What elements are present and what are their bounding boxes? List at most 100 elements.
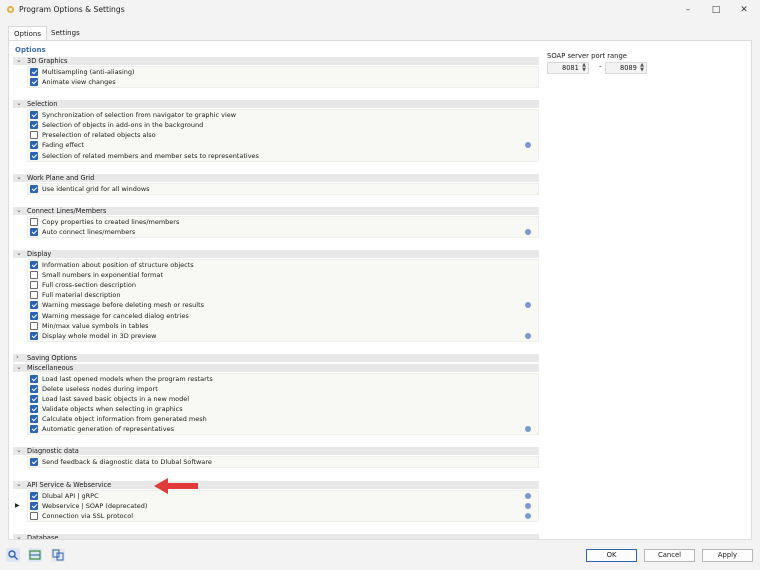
group-header[interactable]: ⌄ Diagnostic data	[13, 446, 539, 456]
info-icon[interactable]	[525, 492, 531, 499]
tab-options[interactable]: Options	[8, 26, 48, 40]
info-icon[interactable]	[525, 302, 531, 309]
option-row[interactable]: Preselection of related objects also	[28, 130, 539, 140]
option-row[interactable]: Validate objects when selecting in graph…	[28, 404, 539, 414]
cancel-button[interactable]: Cancel	[644, 549, 695, 562]
option-row[interactable]: Selection of related members and member …	[28, 151, 539, 161]
chevron-down-icon[interactable]: ⌄	[16, 173, 22, 181]
group-header[interactable]: ⌄ Connect Lines/Members	[13, 206, 539, 215]
copy-settings-icon[interactable]	[51, 548, 65, 562]
option-row[interactable]: Fading effect	[28, 140, 539, 150]
soap-port-from-spinner[interactable]: 8081 ▲ ▼	[547, 62, 589, 74]
info-icon[interactable]	[525, 512, 531, 519]
group-header[interactable]: › Saving Options	[13, 353, 539, 362]
option-row[interactable]: Multisampling (anti-aliasing)	[28, 67, 539, 77]
option-row[interactable]: Full cross-section description	[28, 280, 539, 290]
option-row[interactable]: Use identical grid for all windows	[28, 184, 539, 194]
option-row[interactable]: Warning message before deleting mesh or …	[28, 300, 539, 310]
search-icon[interactable]	[6, 548, 20, 562]
option-row[interactable]: Display whole model in 3D preview	[28, 331, 539, 341]
chevron-down-icon[interactable]: ⌄	[16, 99, 22, 107]
option-row[interactable]: Synchronization of selection from naviga…	[28, 110, 539, 120]
option-row[interactable]: Automatic generation of representatives	[28, 424, 539, 434]
option-row[interactable]: Full material description	[28, 290, 539, 300]
close-button[interactable]: ✕	[737, 4, 751, 16]
option-checkbox[interactable]	[30, 301, 38, 310]
option-checkbox[interactable]	[30, 491, 38, 500]
info-icon[interactable]	[525, 228, 531, 235]
option-row[interactable]: Connection via SSL protocol	[28, 511, 539, 521]
option-checkbox[interactable]	[30, 291, 38, 300]
option-checkbox[interactable]	[30, 311, 38, 320]
option-checkbox[interactable]	[30, 261, 38, 269]
group-header[interactable]: ⌄ Database	[13, 533, 539, 539]
option-row[interactable]: Load last opened models when the program…	[28, 374, 539, 384]
option-row[interactable]: Animate view changes	[28, 77, 539, 87]
option-row[interactable]: Send feedback & diagnostic data to Dluba…	[28, 457, 539, 467]
option-checkbox[interactable]	[30, 425, 38, 434]
chevron-down-icon[interactable]: ⌄	[16, 480, 22, 488]
option-row[interactable]: Information about position of structure …	[28, 260, 539, 270]
group-header[interactable]: ⌄ API Service & Webservice	[13, 480, 539, 489]
chevron-down-icon[interactable]: ⌄	[16, 533, 22, 539]
option-checkbox[interactable]	[30, 405, 38, 414]
info-icon[interactable]	[525, 502, 531, 509]
apply-button[interactable]: Apply	[702, 549, 753, 562]
chevron-right-icon[interactable]: ›	[16, 353, 19, 361]
option-checkbox[interactable]	[30, 415, 38, 424]
option-row[interactable]: Min/max value symbols in tables	[28, 321, 539, 331]
chevron-down-icon[interactable]: ⌄	[16, 206, 22, 214]
group-header[interactable]: ⌄ Miscellaneous	[13, 363, 539, 372]
spinner-arrows-icon[interactable]: ▲ ▼	[640, 63, 644, 73]
option-checkbox[interactable]	[30, 141, 38, 150]
option-checkbox[interactable]	[30, 111, 38, 120]
info-icon[interactable]	[525, 142, 531, 149]
option-checkbox[interactable]	[30, 227, 38, 236]
option-checkbox[interactable]	[30, 394, 38, 403]
option-checkbox[interactable]	[30, 374, 38, 383]
tab-settings[interactable]: Settings	[46, 26, 85, 40]
chevron-down-icon[interactable]: ⌄	[16, 56, 22, 64]
option-checkbox[interactable]	[30, 217, 38, 226]
option-row[interactable]: Calculate object information from genera…	[28, 414, 539, 424]
units-icon[interactable]	[28, 548, 42, 562]
option-checkbox[interactable]	[30, 331, 38, 340]
option-checkbox[interactable]	[30, 271, 38, 280]
option-row[interactable]: ▶ Webservice | SOAP (deprecated)	[15, 501, 539, 511]
spinner-arrows-icon[interactable]: ▲ ▼	[582, 63, 586, 73]
option-checkbox[interactable]	[30, 68, 38, 76]
info-icon[interactable]	[525, 332, 531, 339]
group-header[interactable]: ⌄ Selection	[13, 99, 539, 109]
option-row[interactable]: Auto connect lines/members	[28, 227, 539, 237]
option-row[interactable]: Copy properties to created lines/members	[28, 217, 539, 227]
option-checkbox[interactable]	[30, 151, 38, 160]
group-header[interactable]: ⌄ 3D Graphics	[13, 56, 539, 65]
option-label: Delete useless nodes during import	[42, 384, 158, 393]
soap-port-to-spinner[interactable]: 8089 ▲ ▼	[605, 62, 647, 74]
option-row[interactable]: Dlubal API | gRPC	[28, 491, 539, 501]
minimize-button[interactable]: –	[681, 4, 695, 16]
ok-button[interactable]: OK	[586, 549, 637, 562]
option-checkbox[interactable]	[30, 78, 38, 87]
option-row[interactable]: Load last saved basic objects in a new m…	[28, 394, 539, 404]
option-checkbox[interactable]	[30, 321, 38, 330]
info-icon[interactable]	[525, 426, 531, 433]
option-row[interactable]: Small numbers in exponential format	[28, 270, 539, 280]
group-header[interactable]: ⌄ Work Plane and Grid	[13, 173, 539, 182]
chevron-down-icon[interactable]: ⌄	[16, 363, 22, 371]
option-row[interactable]: Selection of objects in add-ons in the b…	[28, 120, 539, 130]
option-checkbox[interactable]	[30, 121, 38, 130]
option-checkbox[interactable]	[30, 384, 38, 393]
option-checkbox[interactable]	[30, 458, 38, 467]
option-checkbox[interactable]	[30, 131, 38, 140]
option-checkbox[interactable]	[30, 281, 38, 290]
group-header[interactable]: ⌄ Display	[13, 249, 539, 258]
chevron-down-icon[interactable]: ⌄	[16, 249, 22, 257]
option-checkbox[interactable]	[30, 511, 38, 520]
option-row[interactable]: Delete useless nodes during import	[28, 384, 539, 394]
option-checkbox[interactable]	[30, 501, 38, 510]
option-checkbox[interactable]	[30, 184, 38, 193]
chevron-down-icon[interactable]: ⌄	[16, 446, 22, 454]
option-row[interactable]: Warning message for canceled dialog entr…	[28, 311, 539, 321]
maximize-button[interactable]: □	[709, 4, 723, 16]
